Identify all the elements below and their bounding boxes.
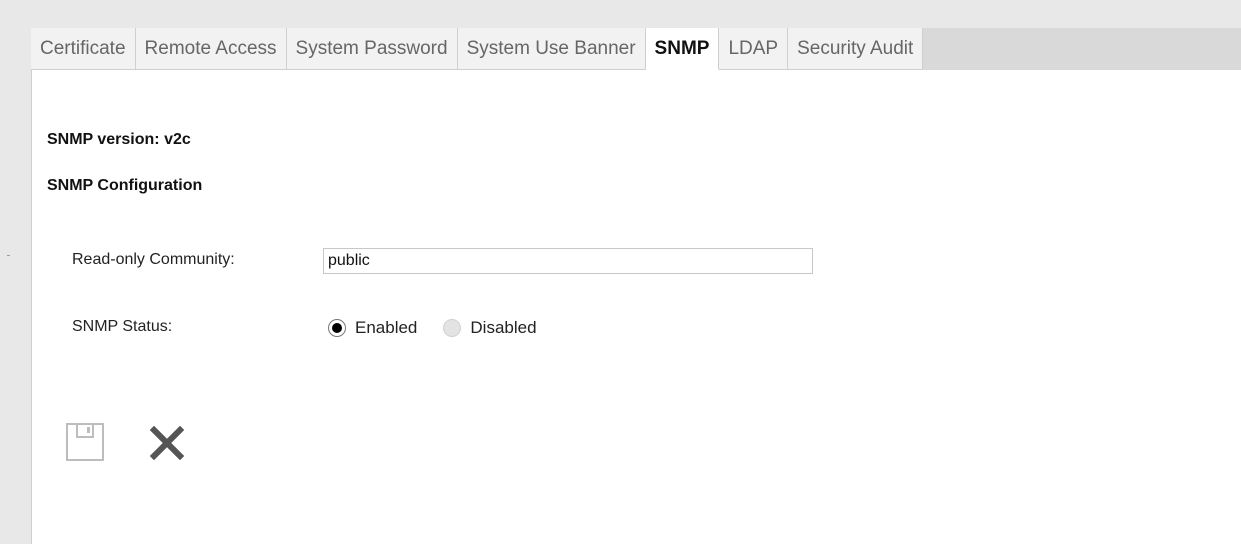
- radio-disabled[interactable]: [443, 319, 462, 337]
- tab-system-password[interactable]: System Password: [286, 28, 458, 70]
- community-label: Read-only Community:: [72, 251, 235, 268]
- content-panel: [31, 28, 1241, 544]
- cancel-button[interactable]: [149, 425, 185, 465]
- status-radio-group: Enabled Disabled: [328, 318, 563, 338]
- status-label: SNMP Status:: [72, 318, 173, 335]
- snmp-version-text: SNMP version: v2c: [47, 131, 191, 148]
- tab-system-use-banner[interactable]: System Use Banner: [457, 28, 646, 70]
- radio-enabled[interactable]: [328, 319, 346, 337]
- save-icon: [66, 423, 104, 461]
- save-button[interactable]: [66, 423, 104, 466]
- edge-tick: [7, 255, 10, 256]
- radio-disabled-label[interactable]: Disabled: [470, 318, 536, 338]
- radio-enabled-label[interactable]: Enabled: [355, 318, 417, 338]
- snmp-config-heading: SNMP Configuration: [47, 177, 203, 194]
- close-icon: [149, 425, 185, 461]
- tab-certificate[interactable]: Certificate: [31, 28, 136, 70]
- tab-ldap[interactable]: LDAP: [719, 28, 789, 70]
- app-window: Certificate Remote Access System Passwor…: [0, 0, 1241, 544]
- radio-dot: [332, 323, 342, 333]
- community-input[interactable]: [323, 248, 813, 274]
- tab-bar: Certificate Remote Access System Passwor…: [31, 28, 1241, 70]
- tab-remote-access[interactable]: Remote Access: [135, 28, 287, 70]
- tab-security-audit[interactable]: Security Audit: [788, 28, 924, 70]
- tab-snmp[interactable]: SNMP: [645, 28, 720, 70]
